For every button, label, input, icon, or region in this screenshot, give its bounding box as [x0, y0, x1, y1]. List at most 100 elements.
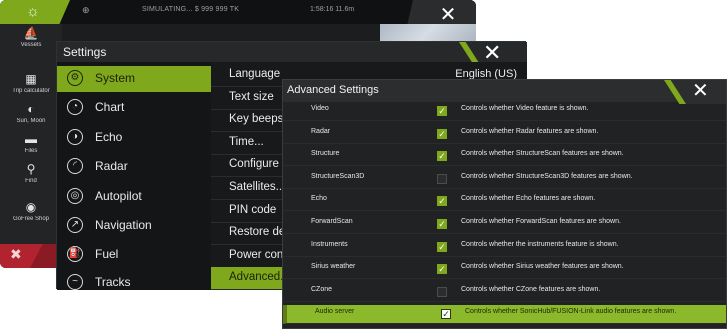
sidebar-item-label: Sun, Moon — [16, 118, 46, 124]
category-label: Radar — [95, 159, 128, 173]
trip-calculator-icon: ▦ — [25, 72, 37, 86]
feature-row-sirius-weather[interactable]: Sirius weather ✓ Controls whether Sirius w… — [283, 260, 726, 280]
simulating-status: SIMULATING... $ 999 999 TK — [142, 6, 240, 13]
autopilot-icon: ◎ — [67, 188, 83, 204]
sidebar-item-files[interactable]: ▬ Files — [0, 132, 62, 154]
fuel-icon: ⛽ — [67, 246, 83, 262]
feature-row-radar[interactable]: Radar ✓ Controls whether Radar features ar… — [283, 125, 726, 144]
feature-checkbox[interactable]: ✓ — [437, 241, 447, 252]
feature-checkbox[interactable]: ✓ — [437, 196, 447, 207]
settings-item-label: Text size — [229, 90, 274, 103]
settings-item-advanced[interactable]: Advanced... — [211, 267, 290, 291]
close-icon: ✕ — [692, 80, 709, 102]
settings-title-bar: Settings — [57, 42, 527, 62]
category-radar[interactable]: ◜ Radar — [57, 154, 211, 180]
boat-icon: ⛵ — [23, 26, 39, 40]
feature-checkbox[interactable] — [437, 286, 447, 297]
chart-icon: ◔ — [67, 99, 83, 115]
feature-name: Radar — [311, 127, 331, 135]
tracks-icon: ~ — [67, 274, 83, 290]
sidebar-item-label: GoFree Shop — [12, 216, 50, 222]
gear-icon: ☼ — [26, 3, 40, 20]
settings-title: Settings — [63, 45, 107, 59]
home-button[interactable]: ☼ — [0, 0, 70, 24]
feature-name: CZone — [311, 285, 333, 293]
settings-item-label: Satellites... — [229, 181, 286, 193]
feature-row-instruments[interactable]: Instruments ✓ Controls whether the instrum… — [283, 238, 726, 257]
feature-row-echo[interactable]: Echo ✓ Controls whether Echo features are … — [283, 192, 726, 212]
advanced-settings-dialog: Advanced Settings ✕ Video ✓ Controls wheth… — [282, 79, 727, 329]
feature-checkbox[interactable]: ✓ — [437, 128, 447, 139]
feature-name: Audio server — [315, 308, 355, 316]
category-fuel[interactable]: ⛽ Fuel — [57, 242, 211, 268]
home-close-bar[interactable]: ✖ — [0, 244, 62, 268]
feature-name: StructureScan3D — [311, 172, 365, 180]
navigation-icon: ↗ — [67, 217, 83, 233]
sidebar-item-find[interactable]: ⚲ Find — [0, 162, 62, 184]
feature-row-video[interactable]: Video ✓ Controls whether Video feature is … — [283, 102, 726, 121]
sidebar-item-gofree-shop[interactable]: ◉ GoFree Shop — [0, 200, 62, 222]
feature-name: Video — [311, 105, 329, 112]
feature-description: Controls whether StructureScan features … — [461, 150, 624, 158]
category-label: Tracks — [95, 275, 131, 289]
search-icon: ⚲ — [26, 162, 36, 176]
folder-icon: ▬ — [25, 132, 37, 146]
gps-icon: ⊕ — [82, 5, 90, 15]
feature-name: ForwardScan — [311, 218, 353, 225]
close-icon: ✖ — [10, 246, 22, 262]
home-status-bar: ☼ ⊕ SIMULATING... $ 999 999 TK 1:58:16 1… — [0, 0, 476, 24]
sidebar-item-sun-moon[interactable]: ◐ Sun, Moon — [0, 102, 62, 124]
shop-icon: ◉ — [25, 200, 37, 214]
feature-description: Controls whether ForwardScan features ar… — [461, 218, 621, 225]
feature-description: Controls whether Echo features are shown… — [461, 195, 596, 203]
settings-item-label: Advanced... — [229, 271, 290, 284]
feature-description: Controls whether SonicHub/FUSION-Link au… — [465, 308, 677, 316]
category-tracks[interactable]: ~ Tracks — [57, 270, 211, 296]
category-label: System — [95, 71, 136, 85]
category-autopilot[interactable]: ◎ Autopilot — [57, 184, 211, 210]
feature-row-forwardscan[interactable]: ForwardScan ✓ Controls whether ForwardScan… — [283, 215, 726, 234]
category-label: Autopilot — [95, 189, 142, 203]
feature-checkbox[interactable]: ✓ — [437, 219, 447, 229]
feature-description: Controls whether Sirius weather features… — [461, 263, 624, 271]
feature-name: Structure — [311, 150, 340, 158]
category-chart[interactable]: ◔ Chart — [57, 95, 211, 121]
advanced-close-button[interactable]: ✕ — [664, 80, 726, 104]
settings-item-label: Time... — [229, 135, 264, 148]
radar-icon: ◜ — [67, 158, 83, 174]
feature-checkbox[interactable]: ✓ — [441, 309, 451, 320]
feature-description: Controls whether Video feature is shown. — [461, 105, 589, 112]
feature-checkbox[interactable]: ✓ — [437, 106, 447, 116]
feature-row-structure[interactable]: Structure ✓ Controls whether StructureScan… — [283, 147, 726, 167]
feature-name: Sirius weather — [311, 263, 356, 271]
echo-icon: ◑ — [67, 129, 83, 145]
category-label: Navigation — [95, 218, 152, 232]
feature-description: Controls whether the instruments feature… — [461, 240, 619, 248]
sidebar-item-label: Trip calculator — [12, 88, 50, 94]
advanced-feature-list: Video ✓ Controls whether Video feature is … — [283, 102, 726, 328]
settings-item-label: Language — [229, 68, 281, 80]
sidebar-item-trip-calculator[interactable]: ▦ Trip calculator — [0, 72, 62, 94]
advanced-title-bar: Advanced Settings — [283, 80, 726, 102]
category-label: Echo — [95, 130, 123, 144]
feature-checkbox[interactable]: ✓ — [437, 264, 447, 275]
feature-description: Controls whether StructureScan3D feature… — [461, 172, 633, 180]
sidebar-item-vessels[interactable]: ⛵ Vessels — [0, 26, 62, 48]
sidebar-item-label: Find — [25, 178, 37, 184]
feature-checkbox[interactable] — [437, 173, 447, 184]
feature-row-czone[interactable]: CZone Controls whether CZone features are… — [283, 283, 726, 302]
feature-row-structurescan3d[interactable]: StructureScan3D Controls whether Structur… — [283, 170, 726, 189]
home-sidebar: ⛵ Vessels ▦ Trip calculator ◐ Sun, Moon ▬ Files… — [0, 24, 62, 268]
feature-checkbox[interactable]: ✓ — [437, 151, 447, 162]
feature-row-audio-server[interactable]: Audio server ✓ Controls whether SonicHub/F… — [283, 305, 726, 325]
feature-name: Echo — [311, 195, 327, 203]
sidebar-item-label: Vessels — [20, 42, 42, 48]
category-system[interactable]: ⚙ System — [57, 66, 211, 92]
feature-name: Instruments — [311, 240, 348, 248]
settings-item-label: Key beeps — [229, 113, 284, 126]
feature-description: Controls whether CZone features are show… — [461, 285, 601, 293]
category-echo[interactable]: ◑ Echo — [57, 125, 211, 151]
category-label: Fuel — [95, 247, 119, 261]
category-navigation[interactable]: ↗ Navigation — [57, 213, 211, 239]
time-readout: 1:58:16 11.6m — [310, 6, 355, 13]
